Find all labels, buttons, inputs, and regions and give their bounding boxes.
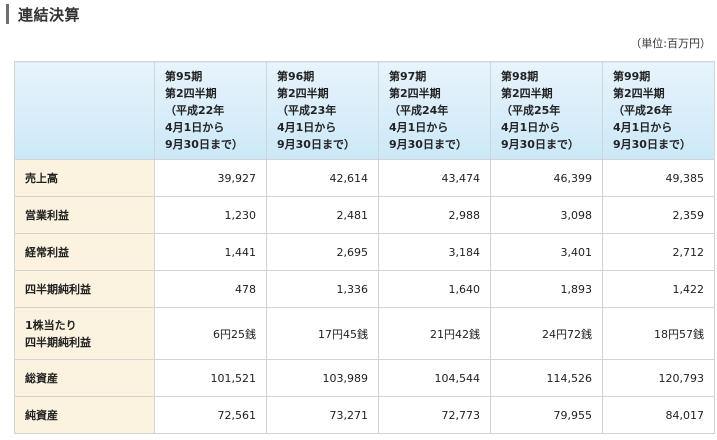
table-cell: 1,640 xyxy=(378,270,491,308)
table-cell: 46,399 xyxy=(490,159,603,197)
column-header: 第96期 第2四半期 （平成23年 4月1日から 9月30日まで） xyxy=(266,61,379,160)
table-cell: 104,544 xyxy=(378,359,491,397)
table-cell: 1,336 xyxy=(266,270,379,308)
table-cell: 1,230 xyxy=(154,196,267,234)
row-label: 経常利益 xyxy=(14,233,155,271)
table-cell: 6円25銭 xyxy=(154,307,267,360)
table-cell: 101,521 xyxy=(154,359,267,397)
header-row: 第95期 第2四半期 （平成22年 4月1日から 9月30日まで） 第96期 第… xyxy=(14,61,715,160)
table-cell: 39,927 xyxy=(154,159,267,197)
column-header: 第97期 第2四半期 （平成24年 4月1日から 9月30日まで） xyxy=(378,61,491,160)
table-cell: 49,385 xyxy=(602,159,715,197)
table-cell: 18円57銭 xyxy=(602,307,715,360)
table-row: 1株当たり 四半期純利益 6円25銭 17円45銭 21円42銭 24円72銭 … xyxy=(14,307,715,360)
table-cell: 2,988 xyxy=(378,196,491,234)
row-label: 営業利益 xyxy=(14,196,155,234)
table-row: 純資産 72,561 73,271 72,773 79,955 84,017 xyxy=(14,396,715,434)
table-cell: 1,422 xyxy=(602,270,715,308)
table-cell: 3,184 xyxy=(378,233,491,271)
table-row: 営業利益 1,230 2,481 2,988 3,098 2,359 xyxy=(14,196,715,234)
financial-results-table: 第95期 第2四半期 （平成22年 4月1日から 9月30日まで） 第96期 第… xyxy=(14,61,715,434)
table-cell: 72,561 xyxy=(154,396,267,434)
table-cell: 3,401 xyxy=(490,233,603,271)
table-cell: 42,614 xyxy=(266,159,379,197)
row-label: 総資産 xyxy=(14,359,155,397)
row-label: 1株当たり 四半期純利益 xyxy=(14,307,155,360)
row-label: 四半期純利益 xyxy=(14,270,155,308)
table-cell: 120,793 xyxy=(602,359,715,397)
table-cell: 3,098 xyxy=(490,196,603,234)
page-title: 連結決算 xyxy=(18,5,81,24)
unit-note: （単位:百万円） xyxy=(630,37,711,50)
table-cell: 2,359 xyxy=(602,196,715,234)
table-cell: 114,526 xyxy=(490,359,603,397)
table-row: 総資産 101,521 103,989 104,544 114,526 120,… xyxy=(14,359,715,397)
table-cell: 24円72銭 xyxy=(490,307,603,360)
table-row: 経常利益 1,441 2,695 3,184 3,401 2,712 xyxy=(14,233,715,271)
table-cell: 1,441 xyxy=(154,233,267,271)
table-cell: 79,955 xyxy=(490,396,603,434)
column-header: 第98期 第2四半期 （平成25年 4月1日から 9月30日まで） xyxy=(490,61,603,160)
title-accent-bar xyxy=(6,4,9,24)
table-cell: 21円42銭 xyxy=(378,307,491,360)
row-label: 売上高 xyxy=(14,159,155,197)
table-row: 四半期純利益 478 1,336 1,640 1,893 1,422 xyxy=(14,270,715,308)
table-cell: 478 xyxy=(154,270,267,308)
table-cell: 2,481 xyxy=(266,196,379,234)
table-cell: 72,773 xyxy=(378,396,491,434)
table-cell: 2,695 xyxy=(266,233,379,271)
table-cell: 103,989 xyxy=(266,359,379,397)
table-cell: 73,271 xyxy=(266,396,379,434)
table-cell: 2,712 xyxy=(602,233,715,271)
header-corner-cell xyxy=(14,61,155,160)
row-label: 純資産 xyxy=(14,396,155,434)
table-cell: 1,893 xyxy=(490,270,603,308)
section-title: 連結決算 xyxy=(6,3,80,25)
column-header: 第95期 第2四半期 （平成22年 4月1日から 9月30日まで） xyxy=(154,61,267,160)
table-cell: 84,017 xyxy=(602,396,715,434)
table-cell: 17円45銭 xyxy=(266,307,379,360)
table-cell: 43,474 xyxy=(378,159,491,197)
table-row: 売上高 39,927 42,614 43,474 46,399 49,385 xyxy=(14,159,715,197)
column-header: 第99期 第2四半期 （平成26年 4月1日から 9月30日まで） xyxy=(602,61,715,160)
